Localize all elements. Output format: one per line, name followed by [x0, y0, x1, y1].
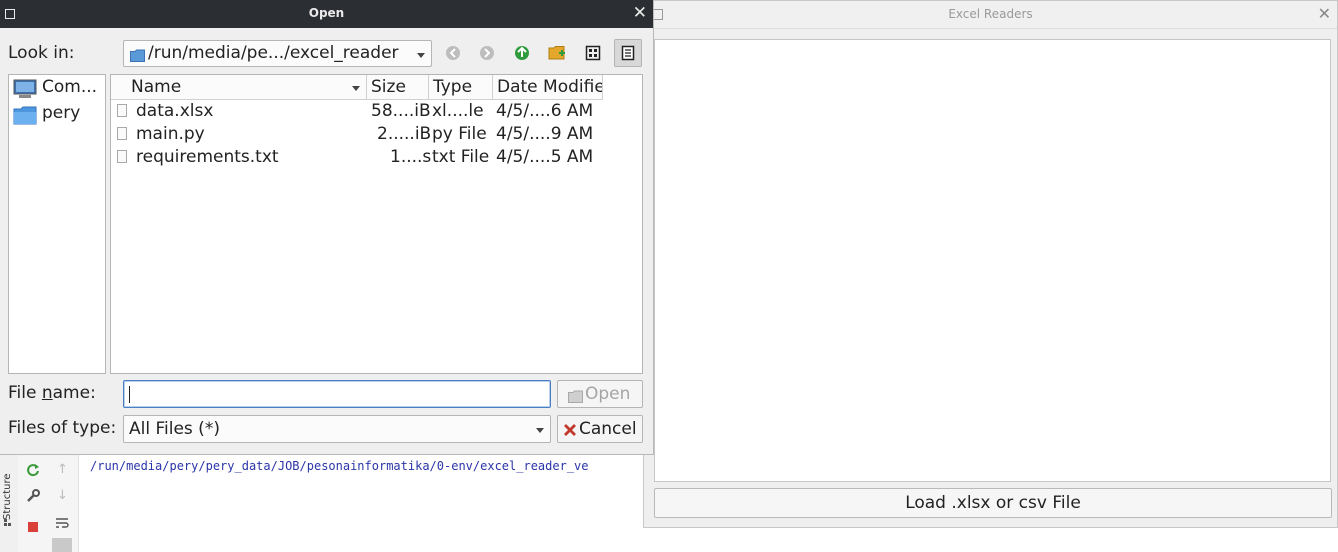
- ide-background: [0, 440, 660, 552]
- file-row[interactable]: requirements.txt 1....s txt File 4/5/...…: [111, 146, 642, 169]
- file-type: txt File: [432, 147, 490, 167]
- excel-readers-title: Excel Readers: [948, 7, 1033, 21]
- excel-readers-titlebar: Excel Readers ✕: [644, 1, 1337, 29]
- file-row[interactable]: data.xlsx 58....iB xl....le 4/5/....6 AM: [111, 100, 642, 123]
- file-row[interactable]: main.py 2.....iB py File 4/5/....9 AM: [111, 123, 642, 146]
- cancel-x-icon: [563, 422, 577, 442]
- close-icon[interactable]: ✕: [633, 3, 647, 23]
- column-header-name[interactable]: Name: [111, 75, 367, 100]
- file-name: data.xlsx: [136, 101, 214, 121]
- soft-wrap-icon[interactable]: [55, 514, 69, 533]
- file-date: 4/5/....9 AM: [496, 124, 594, 144]
- file-name: main.py: [136, 124, 205, 144]
- table-area: [654, 39, 1331, 482]
- column-header-size[interactable]: Size: [367, 75, 429, 100]
- file-icon: [117, 104, 127, 117]
- computer-icon: [13, 79, 37, 104]
- places-sidebar: Com... pery: [8, 74, 106, 374]
- file-type: py File: [432, 124, 487, 144]
- file-name: requirements.txt: [136, 147, 279, 167]
- column-header-label: Date Modifie: [497, 77, 603, 97]
- sidebar-item-label: pery: [42, 103, 81, 123]
- chevron-down-icon: [536, 428, 544, 433]
- file-date: 4/5/....6 AM: [496, 101, 594, 121]
- new-folder-button[interactable]: [544, 40, 570, 66]
- open-button[interactable]: Open: [557, 380, 643, 408]
- look-in-combo[interactable]: /run/media/pe.../excel_reader: [123, 40, 432, 67]
- stop-icon[interactable]: [28, 522, 38, 532]
- console-path-text: /run/media/pery/pery_data/JOB/pesonainfo…: [90, 459, 589, 473]
- open-dialog: Open ✕ Look in: /run/media/pe.../excel_r…: [0, 0, 654, 455]
- file-list: Name Size Type Date Modifie data.xlsx 58…: [110, 74, 643, 374]
- structure-icon: [4, 512, 12, 526]
- file-size: 2.....iB: [377, 124, 432, 144]
- file-type: xl....le: [432, 101, 484, 121]
- column-header-label: Name: [131, 77, 182, 97]
- label-part: File: [8, 383, 42, 403]
- file-size: 58....iB: [371, 101, 431, 121]
- folder-icon: [13, 105, 37, 130]
- look-in-label: Look in:: [8, 43, 75, 63]
- cancel-button[interactable]: Cancel: [557, 415, 643, 443]
- file-date: 4/5/....5 AM: [496, 147, 594, 167]
- ide-side-gutter: Structure: [0, 450, 19, 552]
- wrench-icon[interactable]: [26, 488, 40, 507]
- label-mnemonic: n: [41, 383, 53, 403]
- column-header-label: Size: [371, 77, 406, 97]
- column-header-date-modified[interactable]: Date Modifie: [493, 75, 603, 100]
- back-button[interactable]: [440, 40, 466, 66]
- sidebar-item-label: Com...: [42, 77, 98, 97]
- close-icon[interactable]: ✕: [1318, 4, 1331, 23]
- down-arrow-icon[interactable]: ↓: [57, 488, 68, 503]
- files-of-type-combo[interactable]: All Files (*): [123, 415, 551, 443]
- console-toolbar: ↑ ↓: [48, 450, 79, 552]
- cancel-button-label: Cancel: [579, 419, 637, 439]
- open-dialog-titlebar: Open ✕: [0, 0, 653, 28]
- files-of-type-label: Files of type:: [8, 418, 117, 438]
- look-in-path: /run/media/pe.../excel_reader: [148, 43, 399, 63]
- forward-button[interactable]: [474, 40, 500, 66]
- list-view-button[interactable]: [580, 40, 606, 66]
- files-of-type-value: All Files (*): [129, 419, 220, 439]
- open-dialog-title: Open: [308, 6, 345, 20]
- parent-directory-button[interactable]: [509, 40, 535, 66]
- excel-readers-window: Excel Readers ✕ Load .xlsx or csv File: [643, 0, 1338, 528]
- label-part: ame:: [52, 383, 96, 403]
- run-toolbar: [18, 450, 49, 552]
- folder-icon: [568, 388, 583, 408]
- file-icon: [117, 127, 127, 140]
- load-file-button[interactable]: Load .xlsx or csv File: [654, 488, 1332, 518]
- column-header-type[interactable]: Type: [429, 75, 493, 100]
- file-icon: [117, 150, 127, 163]
- open-button-label: Open: [585, 384, 631, 404]
- sort-arrow-icon: [352, 86, 360, 91]
- file-name-label: File name:: [8, 383, 96, 403]
- detail-view-button[interactable]: [614, 39, 642, 67]
- folder-icon: [130, 47, 145, 66]
- rerun-icon[interactable]: [26, 462, 40, 481]
- column-header-label: Type: [433, 77, 473, 97]
- text-caret: [129, 386, 130, 403]
- file-name-input[interactable]: [123, 380, 551, 408]
- file-size: 1....s: [390, 147, 432, 167]
- up-arrow-icon[interactable]: ↑: [57, 462, 68, 477]
- chevron-down-icon: [417, 53, 425, 58]
- scroll-to-end-icon[interactable]: [52, 538, 72, 552]
